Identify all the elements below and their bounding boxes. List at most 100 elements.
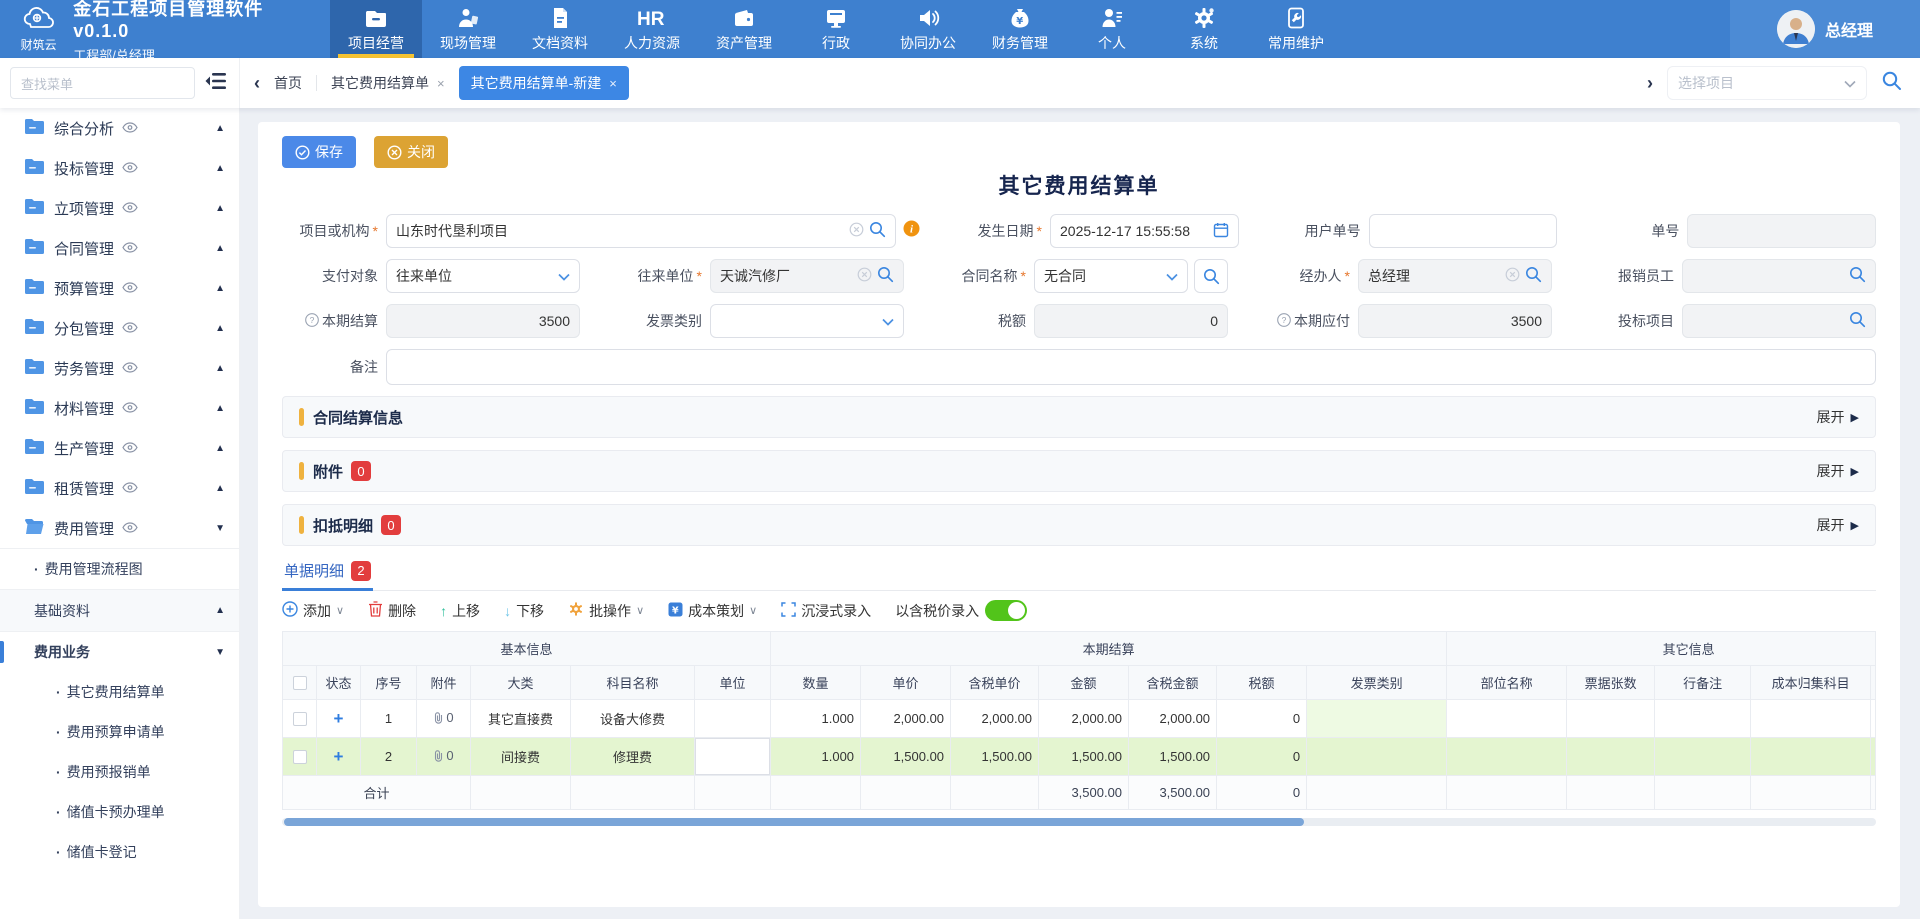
- tab-document-detail[interactable]: 单据明细 2: [282, 558, 373, 590]
- sidebar-item-base-data[interactable]: 基础资料 ▲: [0, 590, 239, 631]
- collapse-arrow-icon[interactable]: ▲: [215, 323, 225, 334]
- tabs-forward-icon[interactable]: ›: [1647, 74, 1653, 92]
- project-select[interactable]: 选择项目: [1667, 66, 1867, 100]
- close-tab-icon[interactable]: ×: [437, 76, 445, 91]
- search-icon[interactable]: [869, 221, 886, 241]
- invoice-type-cell[interactable]: [1307, 700, 1447, 738]
- add-row-button[interactable]: 添加 ∨: [282, 601, 344, 621]
- row-checkbox[interactable]: [293, 750, 307, 764]
- tab-other-expense[interactable]: 其它费用结算单 ×: [331, 73, 445, 93]
- project-input[interactable]: 山东时代垦利项目: [386, 214, 896, 248]
- nav-item-project-operation[interactable]: 项目经营: [330, 0, 422, 58]
- collapse-arrow-icon[interactable]: ▲: [215, 443, 225, 454]
- collapse-arrow-icon[interactable]: ▲: [215, 163, 225, 174]
- search-icon[interactable]: [1525, 266, 1542, 286]
- nav-item-documents[interactable]: 文档资料: [514, 0, 606, 58]
- select-all-checkbox[interactable]: [293, 676, 307, 690]
- date-input[interactable]: 2025-12-17 15:55:58: [1050, 214, 1239, 248]
- close-tab-icon[interactable]: ×: [609, 76, 617, 91]
- select-all-cell[interactable]: [283, 666, 317, 700]
- sidebar-item-expense-business[interactable]: 费用业务 ▼: [0, 631, 239, 672]
- sidebar-item-leasing[interactable]: 租赁管理 ▲: [0, 468, 239, 508]
- sidebar-item-contract[interactable]: 合同管理 ▲: [0, 228, 239, 268]
- bid-project-input[interactable]: [1682, 304, 1876, 338]
- search-icon[interactable]: [1849, 266, 1866, 286]
- row-add-icon[interactable]: +: [334, 747, 344, 766]
- immersive-entry-button[interactable]: 沉浸式录入: [781, 601, 871, 621]
- calendar-icon[interactable]: [1213, 222, 1229, 241]
- row-checkbox[interactable]: [293, 712, 307, 726]
- sidebar-item-labor[interactable]: 劳务管理 ▲: [0, 348, 239, 388]
- nav-item-hr[interactable]: HR 人力资源: [606, 0, 698, 58]
- sidebar-item-budget[interactable]: 预算管理 ▲: [0, 268, 239, 308]
- nav-item-finance[interactable]: ¥ 财务管理: [974, 0, 1066, 58]
- invoice-type-select[interactable]: [710, 304, 904, 338]
- expand-control[interactable]: 展开 ▶: [1817, 461, 1859, 481]
- collapse-arrow-icon[interactable]: ▲: [215, 283, 225, 294]
- reimburser-input[interactable]: [1682, 259, 1876, 293]
- nav-item-assets[interactable]: 资产管理: [698, 0, 790, 58]
- collapse-arrow-icon[interactable]: ▲: [215, 363, 225, 374]
- move-up-button[interactable]: ↑ 上移: [440, 601, 480, 621]
- batch-operation-button[interactable]: 批操作 ∨: [568, 601, 644, 621]
- nav-item-maintenance[interactable]: 常用维护: [1250, 0, 1342, 58]
- sidebar-item-subcontract[interactable]: 分包管理 ▲: [0, 308, 239, 348]
- sidebar-item-expense-flowchart[interactable]: 费用管理流程图: [0, 549, 239, 590]
- scrollbar-thumb[interactable]: [284, 818, 1304, 826]
- collapse-arrow-icon[interactable]: ▲: [215, 203, 225, 214]
- expand-control[interactable]: 展开 ▶: [1817, 515, 1859, 535]
- nav-item-personal[interactable]: 个人: [1066, 0, 1158, 58]
- tax-included-toggle[interactable]: [985, 600, 1027, 621]
- sidebar-item-expense-budget-application[interactable]: 费用预算申请单: [0, 712, 239, 752]
- delete-row-button[interactable]: 删除: [368, 601, 416, 621]
- invoice-type-cell[interactable]: [1307, 738, 1447, 776]
- contract-select[interactable]: 无合同: [1034, 259, 1188, 293]
- search-icon[interactable]: [877, 266, 894, 286]
- clear-icon[interactable]: [857, 267, 872, 285]
- clear-icon[interactable]: [1505, 267, 1520, 285]
- save-button[interactable]: 保存: [282, 136, 356, 168]
- info-icon[interactable]: i: [903, 220, 920, 242]
- nav-item-administration[interactable]: 行政: [790, 0, 882, 58]
- nav-item-collaboration[interactable]: 协同办公: [882, 0, 974, 58]
- sidebar-item-bidding[interactable]: 投标管理 ▲: [0, 148, 239, 188]
- search-icon[interactable]: [1849, 311, 1866, 331]
- sidebar-item-materials[interactable]: 材料管理 ▲: [0, 388, 239, 428]
- table-row[interactable]: + 1 0 其它直接费 设备大修费 1.000 2,000.00 2,000.0…: [283, 700, 1877, 738]
- collapse-arrow-icon[interactable]: ▲: [215, 123, 225, 134]
- unit-edit-cell[interactable]: [695, 738, 771, 776]
- expand-arrow-icon[interactable]: ▼: [215, 523, 225, 534]
- collapse-sidebar-icon[interactable]: [205, 72, 227, 95]
- sidebar-item-other-expense-settlement[interactable]: 其它费用结算单: [0, 672, 239, 712]
- collapse-arrow-icon[interactable]: ▲: [215, 403, 225, 414]
- sidebar-item-project-initiation[interactable]: 立项管理 ▲: [0, 188, 239, 228]
- expand-control[interactable]: 展开 ▶: [1817, 407, 1859, 427]
- user-area[interactable]: 总经理: [1730, 0, 1920, 58]
- project-search-icon[interactable]: [1881, 70, 1902, 96]
- sidebar-item-stored-card-pre-handle[interactable]: 储值卡预办理单: [0, 792, 239, 832]
- expand-arrow-icon[interactable]: ▼: [215, 647, 225, 658]
- horizontal-scrollbar[interactable]: [282, 818, 1876, 826]
- user-no-input[interactable]: [1369, 214, 1558, 248]
- section-deduction-detail[interactable]: 扣抵明细 0 展开 ▶: [282, 504, 1876, 546]
- tab-other-expense-new[interactable]: 其它费用结算单-新建 ×: [459, 66, 629, 100]
- move-down-button[interactable]: ↓ 下移: [504, 601, 544, 621]
- sidebar-item-expense-pre-reimburse[interactable]: 费用预报销单: [0, 752, 239, 792]
- section-attachments[interactable]: 附件 0 展开 ▶: [282, 450, 1876, 492]
- collapse-arrow-icon[interactable]: ▲: [215, 243, 225, 254]
- tabs-back-icon[interactable]: ‹: [254, 74, 260, 92]
- sidebar-item-production[interactable]: 生产管理 ▲: [0, 428, 239, 468]
- sidebar-item-expense[interactable]: 费用管理 ▼: [0, 508, 239, 548]
- cost-plan-button[interactable]: ¥ 成本策划 ∨: [668, 601, 757, 621]
- clear-icon[interactable]: [849, 222, 864, 240]
- sidebar-item-comprehensive-analysis[interactable]: 综合分析 ▲: [0, 108, 239, 148]
- close-button[interactable]: 关闭: [374, 136, 448, 168]
- collapse-arrow-icon[interactable]: ▲: [215, 483, 225, 494]
- counterparty-input[interactable]: 天诚汽修厂: [710, 259, 904, 293]
- table-row-selected[interactable]: + 2 0 间接费 修理费 1.000 1,500.00 1,500.00 1,…: [283, 738, 1877, 776]
- row-add-icon[interactable]: +: [334, 709, 344, 728]
- tab-home[interactable]: 首页: [274, 73, 302, 93]
- pay-target-select[interactable]: 往来单位: [386, 259, 580, 293]
- collapse-arrow-icon[interactable]: ▲: [215, 605, 225, 616]
- remark-input[interactable]: [386, 349, 1876, 385]
